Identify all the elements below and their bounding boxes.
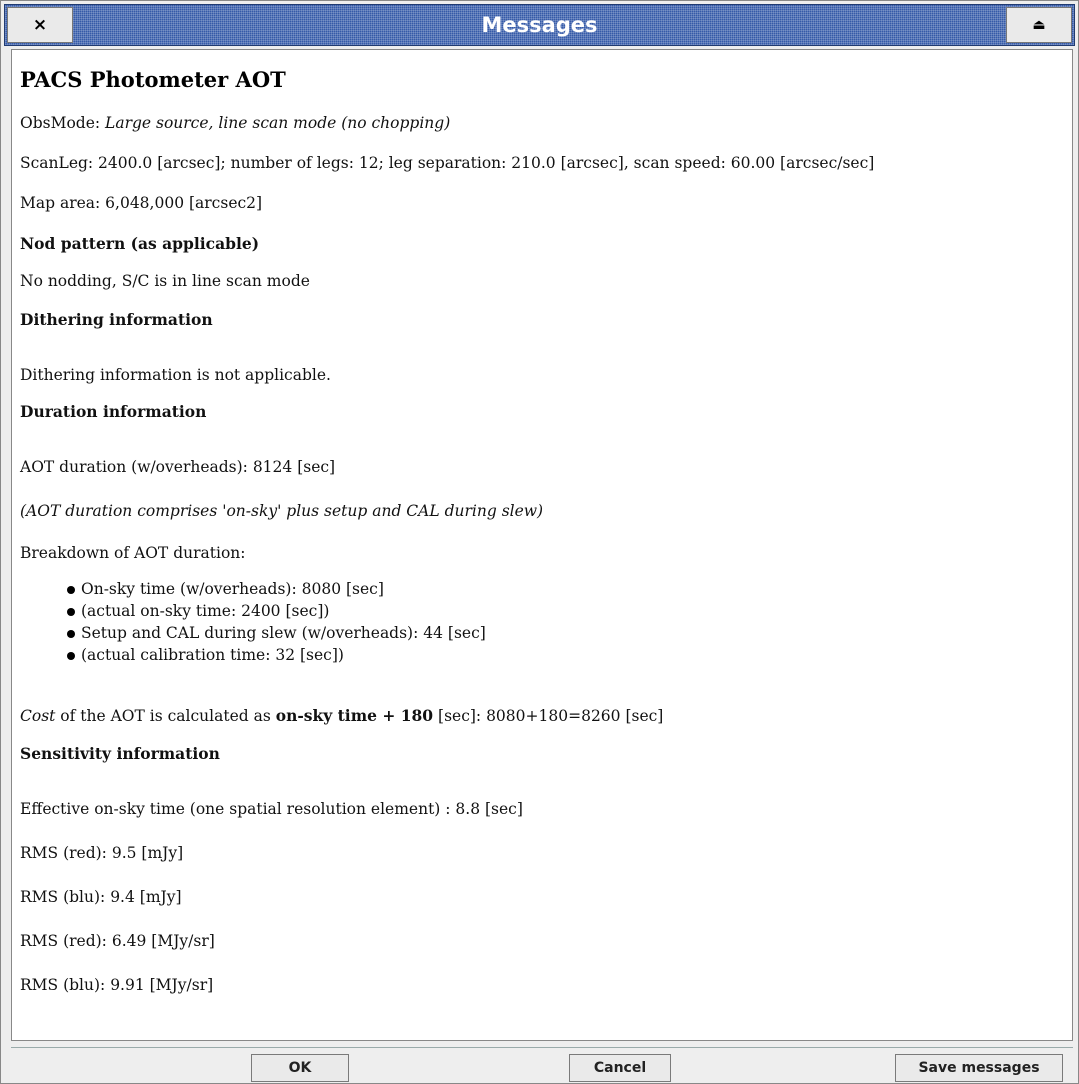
list-item: (actual calibration time: 32 [sec]) (67, 644, 486, 666)
rms-red-mjysr: RMS (red): 6.49 [MJy/sr] (20, 932, 215, 950)
cost-formula: on-sky time + 180 (275, 706, 434, 725)
effective-time: Effective on-sky time (one spatial resol… (20, 800, 523, 818)
nod-heading: Nod pattern (as applicable) (20, 234, 260, 253)
dither-heading: Dithering information (20, 310, 213, 329)
cost-line: Cost of the AOT is calculated as on-sky … (20, 706, 663, 725)
cancel-button[interactable]: Cancel (569, 1054, 671, 1082)
nod-text: No nodding, S/C is in line scan mode (20, 272, 310, 290)
list-item: On-sky time (w/overheads): 8080 [sec] (67, 578, 486, 600)
page-title: PACS Photometer AOT (20, 67, 286, 92)
window-title: Messages (481, 13, 598, 37)
ok-button[interactable]: OK (251, 1054, 349, 1082)
obsmode-label: ObsMode: (20, 114, 106, 132)
rms-blu-mjy: RMS (blu): 9.4 [mJy] (20, 888, 182, 906)
title-bar[interactable]: × Messages ⏏ (4, 4, 1075, 46)
breakdown-label: Breakdown of AOT duration: (20, 544, 246, 562)
sensitivity-heading: Sensitivity information (20, 744, 220, 763)
aot-note: (AOT duration comprises 'on-sky' plus se… (20, 502, 544, 520)
cost-mid: of the AOT is calculated as (55, 707, 276, 725)
save-messages-button[interactable]: Save messages (895, 1054, 1063, 1082)
map-area-line: Map area: 6,048,000 [arcsec2] (20, 194, 263, 212)
cost-tail: [sec]: 8080+180=8260 [sec] (433, 707, 664, 725)
message-content-area[interactable]: PACS Photometer AOT ObsMode: Large sourc… (11, 49, 1073, 1041)
aot-duration: AOT duration (w/overheads): 8124 [sec] (20, 458, 336, 476)
scanleg-line: ScanLeg: 2400.0 [arcsec]; number of legs… (20, 154, 875, 172)
breakdown-list: On-sky time (w/overheads): 8080 [sec] (a… (67, 578, 486, 666)
cost-word: Cost (20, 707, 56, 725)
messages-window: × Messages ⏏ PACS Photometer AOT ObsMode… (0, 0, 1079, 1084)
duration-heading: Duration information (20, 402, 207, 421)
obsmode-value: Large source, line scan mode (no choppin… (105, 114, 451, 132)
close-icon[interactable]: × (7, 7, 73, 43)
list-item: Setup and CAL during slew (w/overheads):… (67, 622, 486, 644)
dither-text: Dithering information is not applicable. (20, 366, 331, 384)
divider (11, 1047, 1073, 1048)
rms-blu-mjysr: RMS (blu): 9.91 [MJy/sr] (20, 976, 214, 994)
rms-red-mjy: RMS (red): 9.5 [mJy] (20, 844, 184, 862)
obsmode-line: ObsMode: Large source, line scan mode (n… (20, 114, 450, 132)
list-item: (actual on-sky time: 2400 [sec]) (67, 600, 486, 622)
eject-icon[interactable]: ⏏ (1006, 7, 1072, 43)
